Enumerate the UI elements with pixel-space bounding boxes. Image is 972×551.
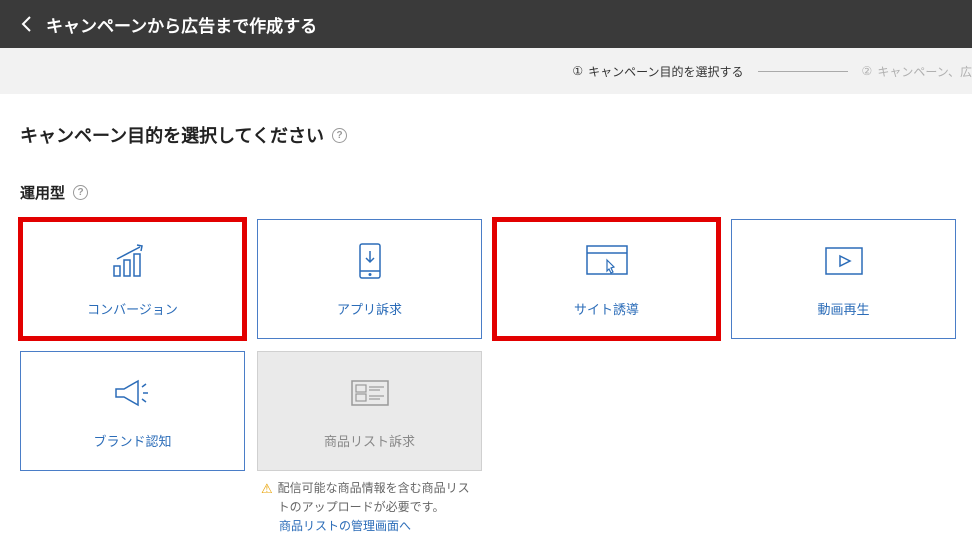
step-2-label: キャンペーン、広 — [877, 63, 972, 80]
header-bar: キャンペーンから広告まで作成する — [0, 0, 972, 48]
card-app-appeal-label: アプリ訴求 — [337, 299, 402, 318]
card-brand-aware[interactable]: ブランド認知 — [20, 351, 245, 471]
help-icon[interactable]: ? — [332, 128, 347, 143]
section-title-text: キャンペーン目的を選択してください — [20, 122, 324, 148]
card-conversion[interactable]: コンバージョン — [20, 219, 245, 339]
step-1-num: ① — [572, 64, 583, 78]
header-title: キャンペーンから広告まで作成する — [46, 12, 317, 37]
help-icon[interactable]: ? — [73, 185, 88, 200]
main-content: キャンペーン目的を選択してください ? 運用型 ? コンバージョン — [0, 94, 972, 537]
subsection-title: 運用型 ? — [20, 182, 952, 203]
notice-row-grid: ⚠ 配信可能な商品情報を含む商品リストのアップロードが必要です。 商品リストの管… — [20, 479, 952, 537]
card-product-list-label: 商品リスト訴求 — [324, 431, 415, 450]
step-2: ② キャンペーン、広 — [862, 63, 972, 80]
step-divider — [758, 71, 848, 72]
stepper-bar: ① キャンペーン目的を選択する ② キャンペーン、広 — [0, 48, 972, 94]
product-list-notice: ⚠ 配信可能な商品情報を含む商品リストのアップロードが必要です。 商品リストの管… — [257, 479, 482, 537]
back-icon[interactable] — [16, 14, 36, 34]
card-video-play-label: 動画再生 — [817, 299, 869, 318]
notice-text: 配信可能な商品情報を含む商品リストのアップロードが必要です。 — [278, 479, 478, 517]
card-site-guide-label: サイト誘導 — [574, 299, 639, 318]
site-icon — [584, 241, 630, 281]
conversion-icon — [111, 241, 155, 281]
cards-grid: コンバージョン アプリ訴求 サイト誘導 — [20, 219, 952, 471]
megaphone-icon — [112, 373, 154, 413]
app-icon — [356, 241, 384, 281]
product-list-icon — [350, 373, 390, 413]
card-conversion-label: コンバージョン — [87, 299, 178, 318]
card-site-guide[interactable]: サイト誘導 — [494, 219, 719, 339]
step-2-num: ② — [862, 64, 873, 78]
step-1: ① キャンペーン目的を選択する — [572, 63, 743, 80]
product-list-link[interactable]: 商品リストの管理画面へ — [279, 517, 478, 536]
video-icon — [824, 241, 864, 281]
card-product-list: 商品リスト訴求 — [257, 351, 482, 471]
warning-icon: ⚠ — [261, 479, 273, 500]
card-app-appeal[interactable]: アプリ訴求 — [257, 219, 482, 339]
card-video-play[interactable]: 動画再生 — [731, 219, 956, 339]
section-title: キャンペーン目的を選択してください ? — [20, 122, 952, 148]
subsection-title-text: 運用型 — [20, 182, 65, 203]
card-brand-aware-label: ブランド認知 — [93, 431, 171, 450]
step-1-label: キャンペーン目的を選択する — [588, 63, 743, 80]
